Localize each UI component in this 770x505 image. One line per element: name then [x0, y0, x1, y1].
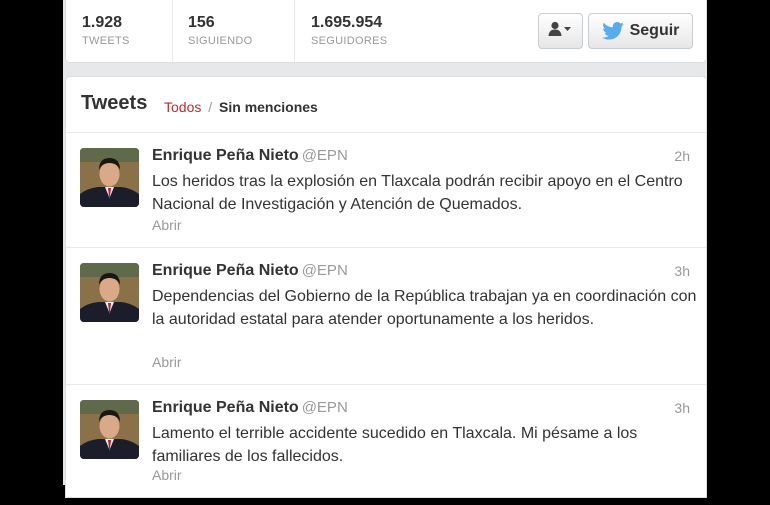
tweet-open-link[interactable]: Abrir: [152, 217, 182, 233]
profile-stats-card: 1.928 TWEETS 156 SIGUIENDO 1.695.954 SEG…: [65, 0, 707, 63]
timeline-header: Tweets Todos / Sin menciones: [66, 77, 706, 133]
tweet-author-handle: @EPN: [301, 147, 348, 164]
tweet-open-link[interactable]: Abrir: [152, 467, 182, 483]
profile-frame: 1.928 TWEETS 156 SIGUIENDO 1.695.954 SEG…: [63, 0, 707, 498]
tweet-item[interactable]: Enrique Peña Nieto @EPN 2h Los heridos tr…: [66, 133, 706, 248]
stat-followers[interactable]: 1.695.954 SEGUIDORES: [311, 14, 387, 47]
filter-separator: /: [208, 99, 213, 115]
tweet-timestamp[interactable]: 3h: [674, 263, 690, 279]
stat-divider: [172, 0, 173, 62]
tweet-author-name: Enrique Peña Nieto: [152, 399, 299, 416]
stat-followers-label: SEGUIDORES: [311, 35, 388, 47]
follow-button[interactable]: Seguir: [588, 13, 693, 49]
tweet-text: Los heridos tras la explosión en Tlaxcal…: [152, 173, 683, 213]
stat-following-value: 156: [188, 14, 215, 31]
tweet-author-handle: @EPN: [301, 399, 348, 416]
tweet-author[interactable]: Enrique Peña Nieto @EPN: [152, 399, 348, 417]
tweet-author[interactable]: Enrique Peña Nieto @EPN: [152, 262, 348, 280]
avatar[interactable]: [80, 148, 139, 207]
timeline-filter: Todos / Sin menciones: [164, 99, 318, 115]
stat-divider: [294, 0, 295, 62]
tweet-author[interactable]: Enrique Peña Nieto @EPN: [152, 147, 348, 165]
tweet-text: Lamento el terrible accidente sucedido e…: [152, 425, 638, 465]
stat-following[interactable]: 156 SIGUIENDO: [188, 14, 252, 47]
tweet-timestamp[interactable]: 2h: [674, 148, 690, 164]
tweet-text: Dependencias del Gobierno de la Repúblic…: [152, 288, 697, 328]
stat-tweets[interactable]: 1.928 TWEETS: [82, 14, 130, 47]
tweet-timestamp[interactable]: 3h: [674, 400, 690, 416]
twitter-bird-icon: [601, 22, 624, 40]
tweet-author-name: Enrique Peña Nieto: [152, 262, 299, 279]
avatar[interactable]: [80, 400, 139, 459]
tweet-item[interactable]: Enrique Peña Nieto @EPN 3h Lamento el ter…: [66, 385, 706, 505]
filter-no-mentions-link[interactable]: Sin menciones: [219, 99, 318, 115]
stat-tweets-label: TWEETS: [82, 35, 130, 47]
tweet-author-handle: @EPN: [301, 262, 348, 279]
tweet-open-link[interactable]: Abrir: [152, 354, 182, 370]
tweet-item[interactable]: Enrique Peña Nieto @EPN 3h Dependencias d…: [66, 248, 706, 385]
user-actions-button[interactable]: [538, 13, 583, 49]
timeline-title: Tweets: [81, 92, 148, 114]
tweets-timeline: Tweets Todos / Sin menciones Enrique Peñ…: [65, 76, 707, 498]
stat-tweets-value: 1.928: [82, 14, 123, 31]
stat-followers-value: 1.695.954: [311, 14, 383, 31]
filter-all-link[interactable]: Todos: [164, 99, 201, 115]
avatar[interactable]: [80, 263, 139, 322]
tweet-author-name: Enrique Peña Nieto: [152, 147, 299, 164]
stat-following-label: SIGUIENDO: [188, 35, 253, 47]
follow-button-label: Seguir: [629, 22, 680, 39]
user-dropdown-icon: [548, 21, 574, 42]
